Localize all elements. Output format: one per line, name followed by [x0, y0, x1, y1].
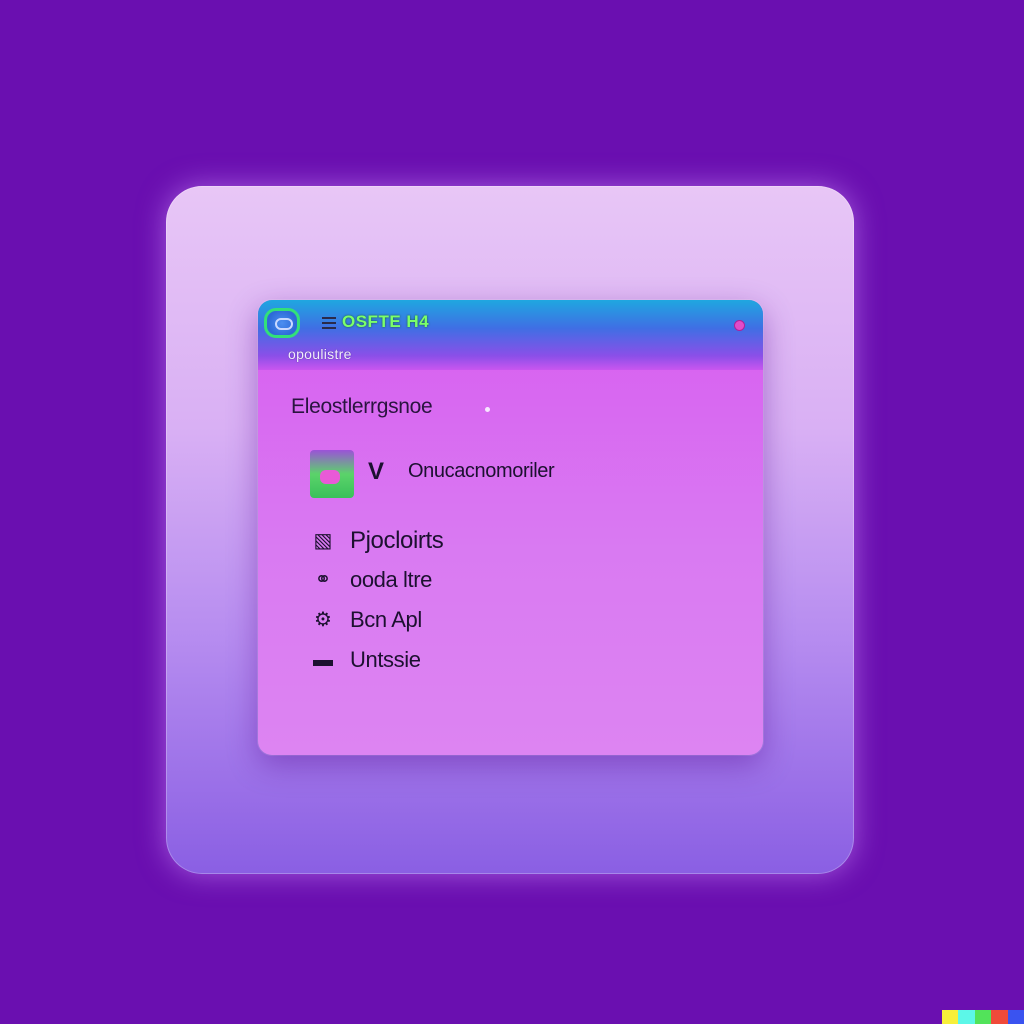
window-subtitle: opoulistre	[288, 346, 352, 362]
v-icon: V	[368, 458, 385, 485]
document-icon: ▧	[313, 530, 333, 552]
color-ribbon	[942, 1010, 1024, 1024]
list-item-data[interactable]: ⚭ ooda ltre	[310, 565, 610, 597]
list-item-apps[interactable]: ⚙ Bcn Apl	[310, 605, 610, 637]
menu-icon[interactable]	[322, 317, 336, 331]
list-item-label: Bcn Apl	[350, 607, 422, 632]
title-bar: OSFTE H4 opoulistre	[258, 300, 763, 370]
folder-icon: ▬	[313, 649, 333, 671]
avatar	[310, 450, 354, 498]
section-heading: Eleostlerrgsnoe	[291, 395, 433, 418]
app-window: OSFTE H4 opoulistre Eleostlerrgsnoe V On…	[258, 300, 763, 755]
heading-dot	[485, 407, 490, 412]
settings-icon: ⚙	[314, 609, 332, 631]
list-item-misc[interactable]: ▬ Untssie	[310, 645, 610, 677]
list-item-label: Pjocloirts	[350, 527, 444, 554]
close-icon[interactable]	[734, 320, 745, 331]
app-icon[interactable]	[264, 308, 300, 338]
account-label: Onucacnomoriler	[408, 460, 555, 482]
list-item-label: Untssie	[350, 647, 421, 672]
account-row[interactable]: V Onucacnomoriler	[310, 450, 630, 500]
planet-icon: ⚭	[314, 569, 332, 591]
list-item-label: ooda ltre	[350, 567, 433, 592]
list-item-projects[interactable]: ▧ Pjocloirts	[310, 526, 610, 558]
window-title: OSFTE H4	[342, 312, 430, 331]
